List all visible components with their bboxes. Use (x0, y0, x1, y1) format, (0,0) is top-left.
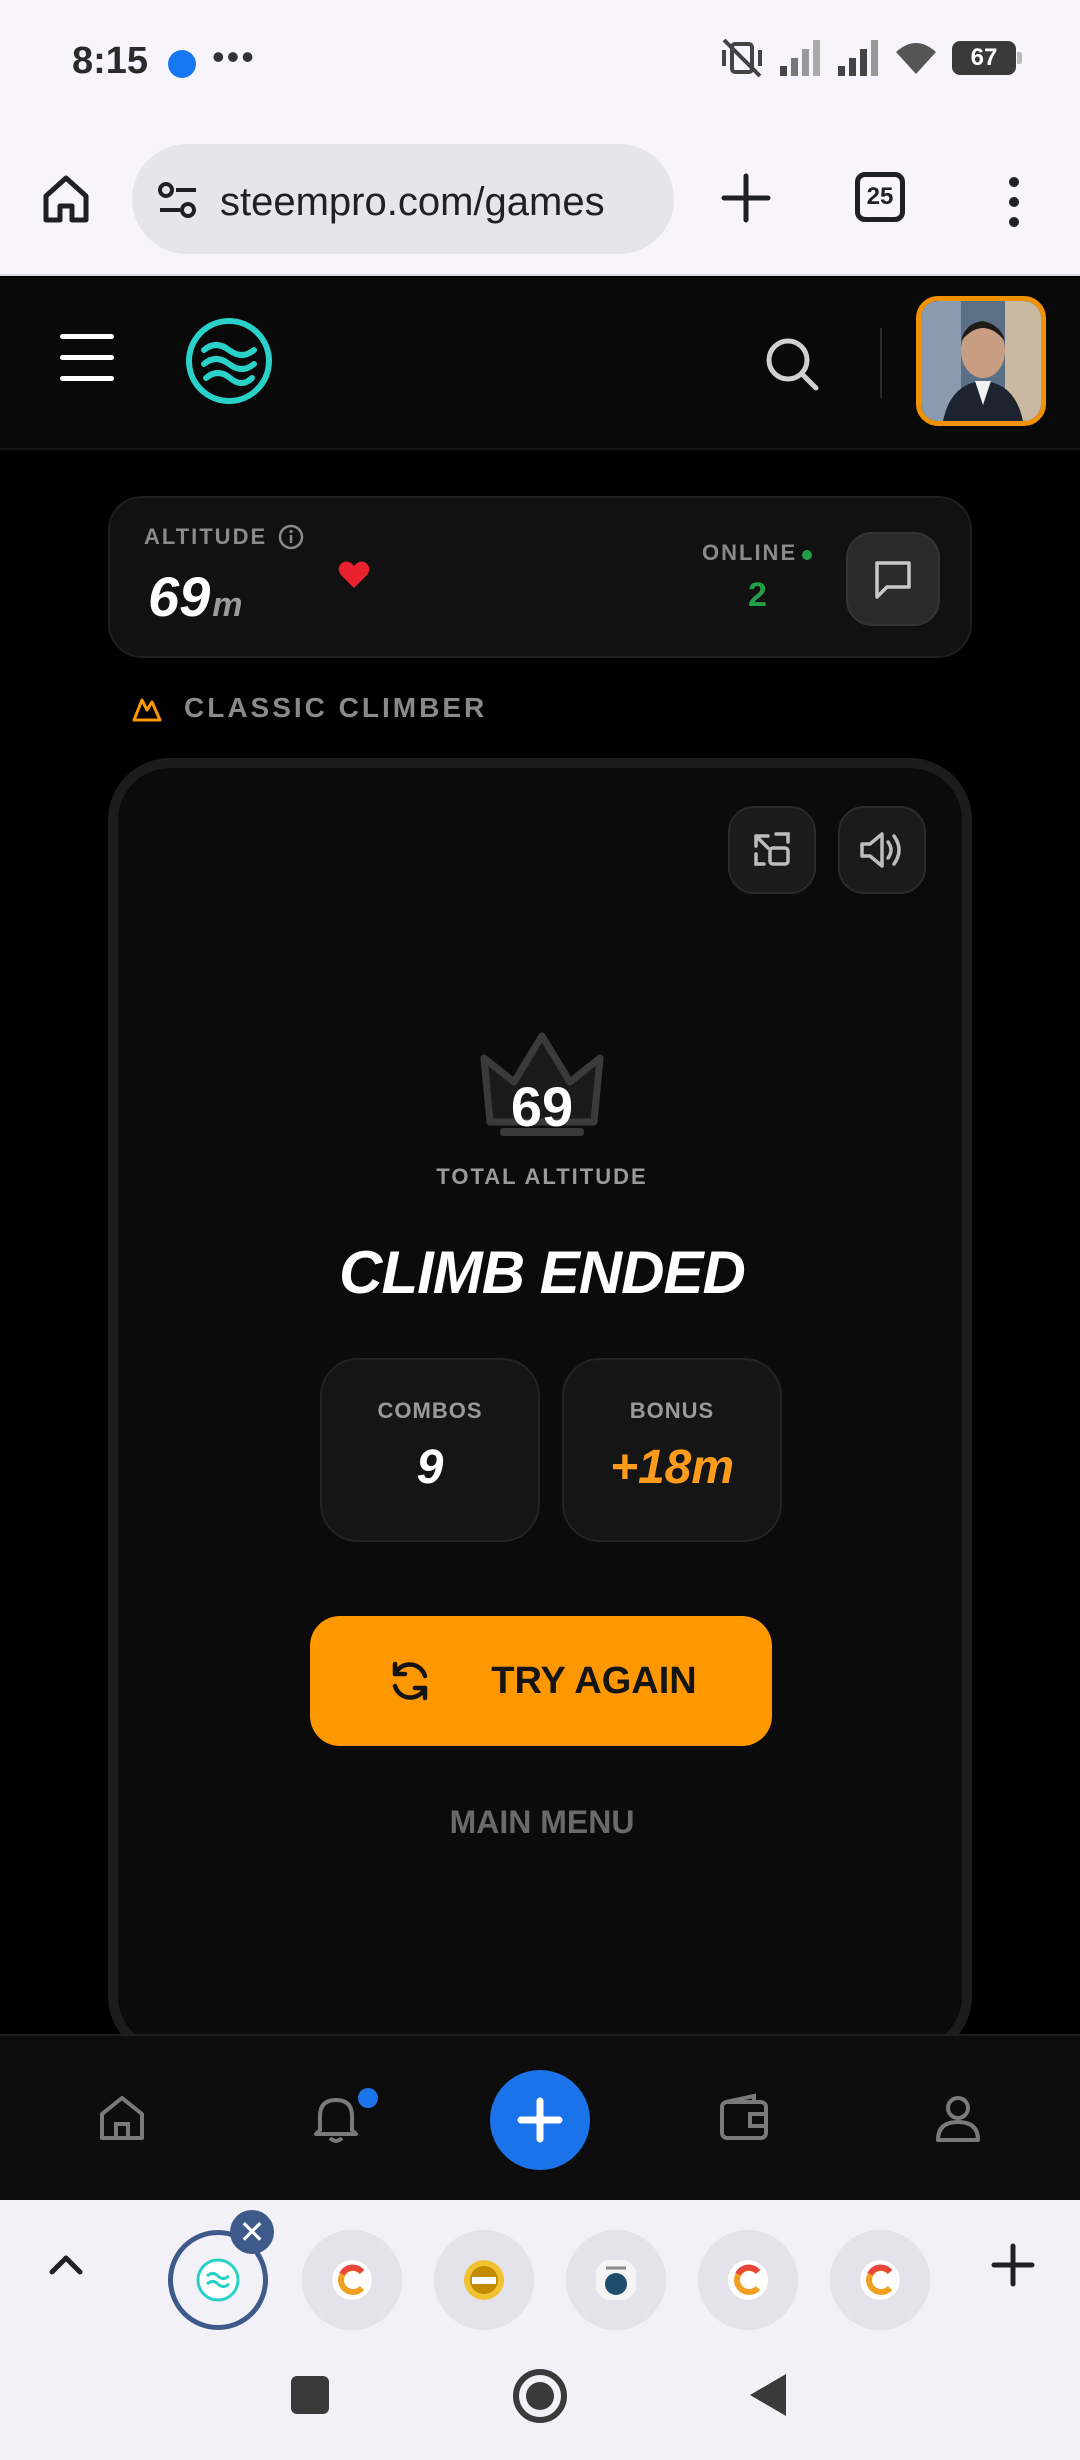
signal-icon (780, 40, 820, 76)
new-tab-icon[interactable] (718, 170, 774, 226)
address-bar[interactable]: steempro.com/games (132, 144, 674, 254)
tab-thumb[interactable] (434, 2230, 534, 2330)
favicon-c (728, 2260, 768, 2300)
steempro-logo[interactable] (184, 316, 274, 406)
user-icon[interactable] (930, 2090, 986, 2146)
info-icon[interactable] (278, 524, 304, 550)
messenger-icon (168, 50, 196, 78)
chat-icon (875, 561, 911, 599)
more-notifications-icon: ••• (212, 36, 256, 77)
climb-ended-title: CLIMB ENDED (339, 1239, 746, 1306)
bottom-nav (0, 2034, 1080, 2200)
tab-thumb[interactable] (302, 2230, 402, 2330)
header-divider (880, 328, 882, 398)
altitude-card: ALTITUDE 69m ONLINE 2 (108, 496, 972, 658)
sound-button[interactable] (838, 806, 926, 894)
bonus-card: BONUS +18m (562, 1358, 782, 1542)
create-post-button[interactable] (490, 2070, 590, 2170)
recents-icon[interactable] (285, 2370, 335, 2420)
bonus-label: BONUS (629, 1398, 715, 1423)
altitude-label: ALTITUDE (144, 524, 268, 549)
total-altitude-value: 69 (510, 1075, 574, 1138)
altitude-number: 69 (148, 565, 211, 628)
heart-icon (338, 561, 370, 588)
plus-icon (517, 2097, 563, 2143)
altitude-value: 69m (148, 564, 243, 629)
volume-icon (860, 832, 901, 868)
steem-coin-favicon (464, 2260, 504, 2300)
status-time: 8:15 (72, 40, 149, 82)
online-count: 2 (748, 576, 767, 614)
chat-button[interactable] (846, 532, 940, 626)
favicon-c (860, 2260, 900, 2300)
mute-vibrate-icon (722, 38, 762, 78)
mountain-icon (132, 698, 162, 722)
game-panel: 69 TOTAL ALTITUDE CLIMB ENDED COMBOS 9 B… (108, 758, 972, 2058)
wifi-icon (896, 43, 936, 74)
steempro-favicon (196, 2258, 240, 2302)
app-header (0, 278, 1080, 450)
status-bar: 8:15 ••• 67 (0, 0, 1080, 130)
status-icons: 67 (720, 38, 1022, 78)
tab-thumb[interactable] (566, 2230, 666, 2330)
combos-card: COMBOS 9 (320, 1358, 540, 1542)
menu-icon[interactable] (60, 334, 114, 384)
back-icon[interactable] (744, 2370, 794, 2420)
combos-value: 9 (416, 1441, 444, 1494)
bonus-value: +18m (609, 1441, 735, 1494)
main-menu-link[interactable]: MAIN MENU (342, 1804, 742, 1841)
combos-label: COMBOS (377, 1398, 483, 1423)
try-again-button[interactable]: TRY AGAIN (310, 1616, 772, 1746)
refresh-icon (393, 1661, 428, 1701)
chevron-up-icon[interactable] (44, 2242, 88, 2286)
tab-switcher-button[interactable]: 25 (855, 172, 905, 222)
tab-thumb[interactable] (698, 2230, 798, 2330)
browser-toolbar: steempro.com/games 25 (0, 130, 1080, 276)
search-icon[interactable] (762, 334, 822, 394)
site-settings-icon[interactable] (156, 178, 200, 222)
online-status-dot (802, 550, 812, 560)
more-vert-icon[interactable] (1000, 174, 1028, 230)
photo-favicon (596, 2260, 636, 2300)
system-nav-bar (0, 2330, 1080, 2460)
home-circle-icon[interactable] (512, 2368, 568, 2424)
wallet-icon[interactable] (716, 2090, 772, 2146)
altitude-unit: m (212, 586, 243, 624)
notification-dot (358, 2088, 378, 2108)
close-tab-button[interactable]: ✕ (230, 2210, 274, 2254)
swap-icon (754, 832, 790, 866)
add-tab-icon[interactable] (990, 2242, 1036, 2288)
signal-icon-2 (838, 40, 878, 76)
online-label: ONLINE (702, 540, 798, 565)
tab-strip: ✕ (0, 2200, 1080, 2330)
game-mode-label: CLASSIC CLIMBER (184, 692, 488, 723)
favicon-c (332, 2260, 372, 2300)
battery-indicator: 67 (952, 41, 1022, 75)
home-icon[interactable] (38, 170, 94, 226)
bell-icon[interactable] (308, 2090, 364, 2146)
url-text[interactable]: steempro.com/games (220, 180, 605, 225)
swap-view-button[interactable] (728, 806, 816, 894)
tab-thumb[interactable] (830, 2230, 930, 2330)
home-icon[interactable] (94, 2090, 150, 2146)
avatar[interactable] (916, 296, 1046, 426)
total-altitude-label: TOTAL ALTITUDE (436, 1164, 648, 1189)
try-again-label: TRY AGAIN (491, 1659, 697, 1702)
